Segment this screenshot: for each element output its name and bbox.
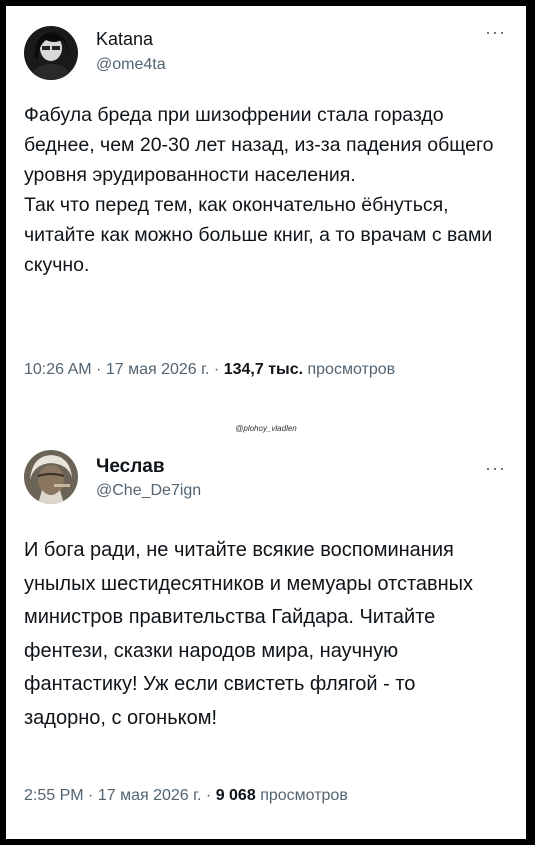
avatar-image — [24, 26, 78, 80]
meta-separator: · — [96, 361, 102, 378]
tweet-text-content: И бога ради, не читайте всякие воспомина… — [24, 539, 479, 729]
tweet-text: И бога ради, не читайте всякие воспомина… — [24, 534, 502, 735]
views-count: 9 068 — [215, 787, 256, 804]
screenshot-frame: Katana @ome4ta ··· Фабула бреда при шизо… — [6, 6, 526, 839]
avatar[interactable] — [24, 450, 78, 504]
watermark: @plohoy_vladlen — [235, 424, 297, 433]
avatar-image — [24, 450, 78, 504]
tweet-card[interactable]: Katana @ome4ta ··· Фабула бреда при шизо… — [6, 6, 526, 421]
meta-separator: · — [213, 361, 220, 378]
avatar[interactable] — [24, 26, 78, 80]
tweet-time[interactable]: 10:26 AM — [24, 361, 92, 378]
tweet-meta: 10:26 AM · 17 мая 2026 г. · 134,7 тыс. п… — [24, 358, 502, 382]
views-label: просмотров — [260, 787, 348, 804]
tweet-meta: 2:55 PM · 17 мая 2026 г. · 9 068 просмот… — [24, 784, 502, 808]
more-options-icon[interactable]: ··· — [485, 22, 506, 43]
meta-separator: · — [205, 787, 212, 804]
tweet-text: Фабула бреда при шизофрении стала горазд… — [24, 100, 502, 280]
views-label: просмотров — [307, 361, 396, 378]
views-count: 134,7 тыс. — [223, 361, 304, 378]
meta-separator: · — [88, 787, 94, 804]
more-options-icon[interactable]: ··· — [485, 458, 506, 479]
author-name[interactable]: Katana — [96, 29, 153, 50]
tweet-time[interactable]: 2:55 PM — [24, 787, 84, 804]
tweet-date[interactable]: 17 мая 2026 г. — [98, 787, 202, 804]
author-name[interactable]: Чеслав — [96, 456, 165, 478]
tweet-date[interactable]: 17 мая 2026 г. — [106, 361, 210, 378]
author-handle[interactable]: @ome4ta — [96, 56, 166, 74]
tweet-card[interactable]: Чеслав @Che_De7ign ··· И бога ради, не ч… — [6, 446, 526, 839]
tweet-text-content: Фабула бреда при шизофрении стала горазд… — [24, 104, 494, 276]
author-handle[interactable]: @Che_De7ign — [96, 482, 201, 500]
